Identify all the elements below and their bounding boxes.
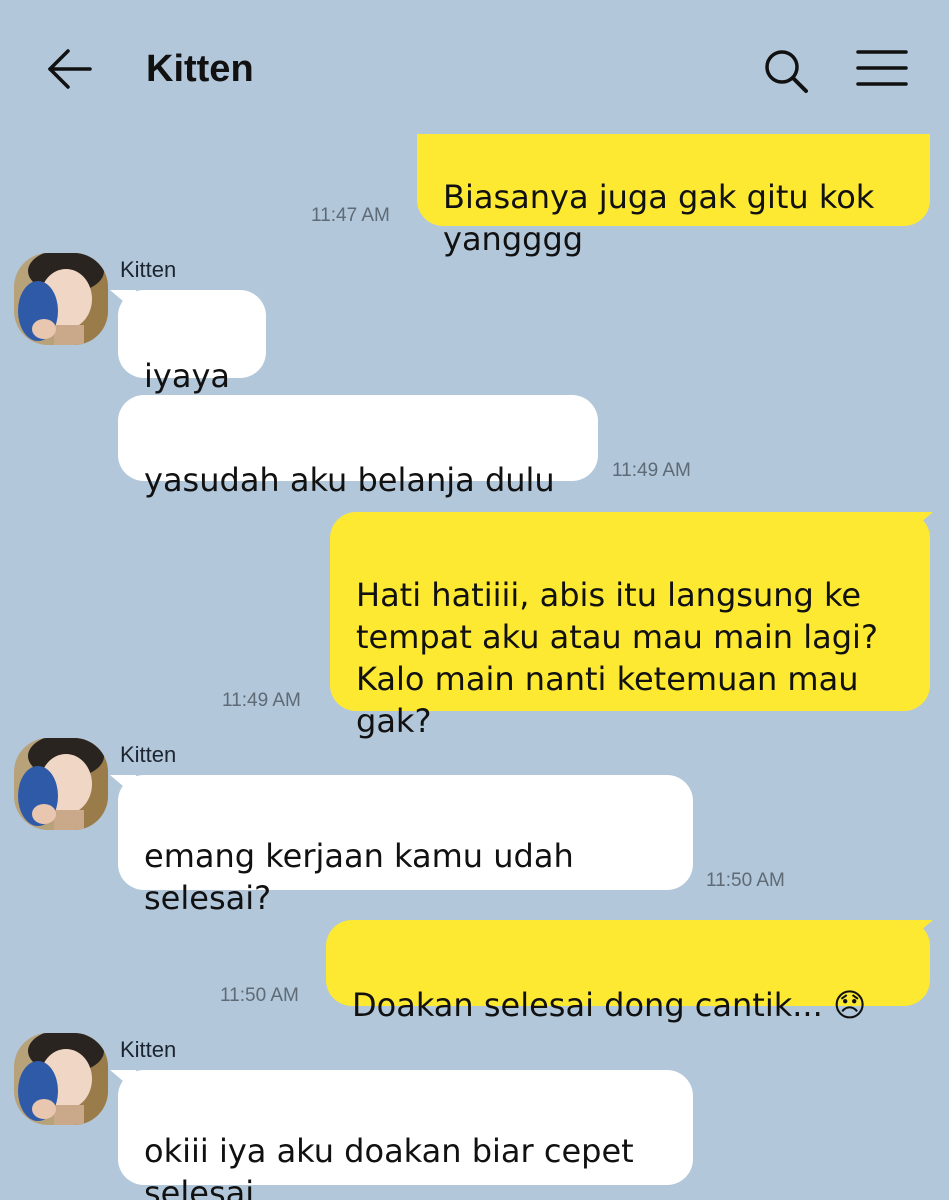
my-message-bubble[interactable]: Doakan selesai dong cantik... 😞	[326, 920, 930, 1024]
chat-area[interactable]: Biasanya juga gak gitu kok yangggg 11:47…	[0, 0, 949, 1200]
message-text: Doakan selesai dong cantik... 😞	[352, 986, 867, 1024]
search-button[interactable]	[760, 46, 812, 96]
avatar-photo	[14, 1033, 108, 1125]
message-time: 11:50 AM	[220, 985, 299, 1006]
their-message-bubble[interactable]: yasudah aku belanja dulu	[118, 395, 598, 499]
search-icon	[765, 50, 808, 93]
message-text: Biasanya juga gak gitu kok yangggg	[443, 178, 875, 258]
avatar[interactable]	[14, 253, 108, 345]
message-text: iyaya	[144, 357, 230, 395]
avatar-photo	[14, 253, 108, 345]
menu-button[interactable]	[854, 46, 910, 92]
message-time: 11:49 AM	[222, 690, 301, 711]
sender-name: Kitten	[120, 257, 177, 282]
avatar[interactable]	[14, 1033, 108, 1125]
menu-icon	[856, 50, 908, 86]
message-time: 11:50 AM	[706, 870, 785, 891]
message-text: okiii iya aku doakan biar cepet selesai	[144, 1132, 634, 1200]
sender-name: Kitten	[120, 1037, 177, 1062]
chat-header: Kitten	[0, 0, 949, 134]
message-text: yasudah aku belanja dulu	[144, 461, 555, 499]
arrow-left-icon	[48, 49, 92, 89]
their-message-bubble[interactable]: iyaya	[118, 290, 266, 395]
chat-title: Kitten	[146, 48, 254, 90]
message-time: 11:47 AM	[311, 205, 390, 226]
message-text: Hati hatiiii, abis itu langsung ke tempa…	[356, 576, 878, 740]
sender-name: Kitten	[120, 742, 177, 767]
their-message-bubble[interactable]: emang kerjaan kamu udah selesai?	[118, 775, 693, 917]
message-time: 11:49 AM	[612, 460, 691, 481]
message-text: emang kerjaan kamu udah selesai?	[144, 837, 574, 917]
avatar-photo	[14, 738, 108, 830]
their-message-bubble[interactable]: okiii iya aku doakan biar cepet selesai	[118, 1070, 693, 1200]
back-button[interactable]	[44, 46, 94, 92]
my-message-bubble[interactable]: Hati hatiiii, abis itu langsung ke tempa…	[330, 512, 930, 740]
avatar[interactable]	[14, 738, 108, 830]
